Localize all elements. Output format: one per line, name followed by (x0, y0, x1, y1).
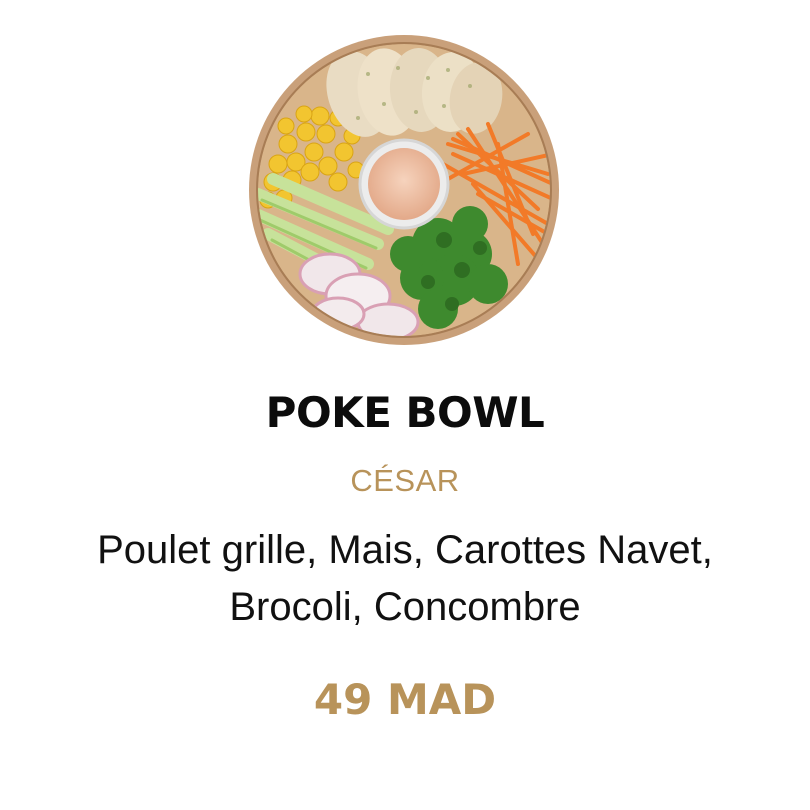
product-card[interactable]: POKE BOWL CÉSAR Poulet grille, Mais, Car… (0, 0, 810, 810)
description-line-1: Poulet grille, Mais, Carottes Navet, (97, 528, 713, 572)
product-description: Poulet grille, Mais, Carottes Navet, Bro… (20, 522, 790, 636)
product-price: 49 MAD (313, 675, 497, 724)
product-image[interactable] (248, 34, 560, 346)
poke-bowl-illustration (249, 35, 559, 345)
product-variant: CÉSAR (350, 463, 460, 498)
sauce-cup (358, 138, 450, 230)
description-line-2: Brocoli, Concombre (229, 585, 581, 629)
product-title: POKE BOWL (265, 388, 545, 437)
